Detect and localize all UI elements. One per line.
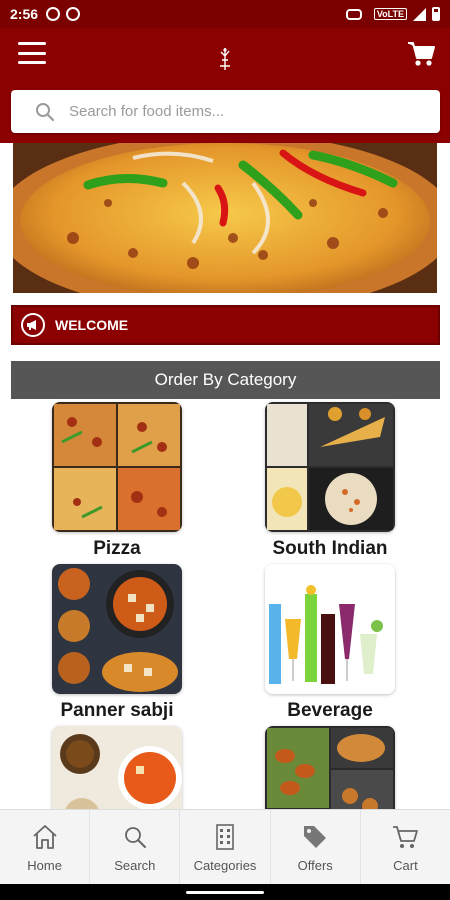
category-label: South Indian [272, 538, 388, 559]
cart-icon[interactable] [406, 40, 436, 68]
restaurant-logo [220, 48, 230, 70]
status-bar: 2:56 VoLTE [0, 0, 450, 28]
data-saver-icon [66, 7, 81, 21]
category-label: Panner sabji [60, 700, 174, 721]
search-icon [36, 102, 55, 121]
categories-icon [216, 823, 234, 850]
category-section-title: Order By Category [11, 361, 440, 399]
nav-cart[interactable]: Cart [361, 810, 450, 884]
home-gesture-handle[interactable] [186, 891, 264, 894]
nav-offers[interactable]: Offers [271, 810, 361, 884]
nav-search[interactable]: Search [90, 810, 181, 884]
category-south-indian[interactable]: South Indian [230, 402, 430, 560]
search-input[interactable] [69, 103, 399, 120]
pizza-banner-image [13, 143, 437, 293]
pizza-image [52, 402, 182, 532]
starters-image [265, 726, 395, 809]
category-panner-sabji[interactable]: Panner sabji [17, 564, 217, 722]
welcome-label: WELCOME [55, 317, 129, 333]
south-indian-image [265, 402, 395, 532]
nav-offers-label: Offers [297, 857, 333, 873]
status-indicators: VoLTE [345, 7, 440, 21]
nav-home[interactable]: Home [0, 810, 91, 884]
search-icon [124, 826, 146, 848]
signal-icon [413, 7, 426, 21]
nav-search-label: Search [114, 857, 156, 873]
system-gesture-bar [0, 884, 450, 900]
tag-icon [304, 825, 327, 848]
soup-image [52, 726, 182, 809]
nav-cart-label: Cart [393, 857, 418, 873]
megaphone-icon [21, 313, 45, 337]
nav-categories[interactable]: Categories [180, 810, 271, 884]
bottom-navigation: Home Search Categories Offers Cart [0, 809, 450, 884]
category-pizza[interactable]: Pizza [17, 402, 217, 560]
nav-home-label: Home [27, 857, 62, 873]
category-grid: Pizza South Indian Panner sabji Beverage [11, 399, 440, 809]
whatsapp-icon [46, 7, 61, 21]
app-header [0, 28, 450, 143]
beverage-image [265, 564, 395, 694]
panner-sabji-image [52, 564, 182, 694]
battery-icon [432, 7, 440, 21]
gamepad-icon [345, 8, 362, 20]
home-icon [32, 824, 57, 849]
category-label: Beverage [287, 700, 373, 721]
status-time: 2:56 [10, 6, 39, 22]
welcome-bar: WELCOME [11, 305, 440, 345]
nav-categories-label: Categories [193, 857, 257, 873]
category-beverage[interactable]: Beverage [230, 564, 430, 722]
volte-badge: VoLTE [373, 8, 407, 20]
app-screen: 2:56 VoLTE Search for food items... WELC… [0, 0, 450, 900]
category-starters[interactable] [230, 726, 430, 809]
search-bar[interactable] [11, 90, 440, 133]
category-soups[interactable] [17, 726, 217, 809]
promo-banner[interactable] [13, 143, 437, 293]
menu-icon[interactable] [18, 42, 46, 64]
category-label: Pizza [93, 538, 141, 559]
cart-icon [393, 825, 419, 848]
